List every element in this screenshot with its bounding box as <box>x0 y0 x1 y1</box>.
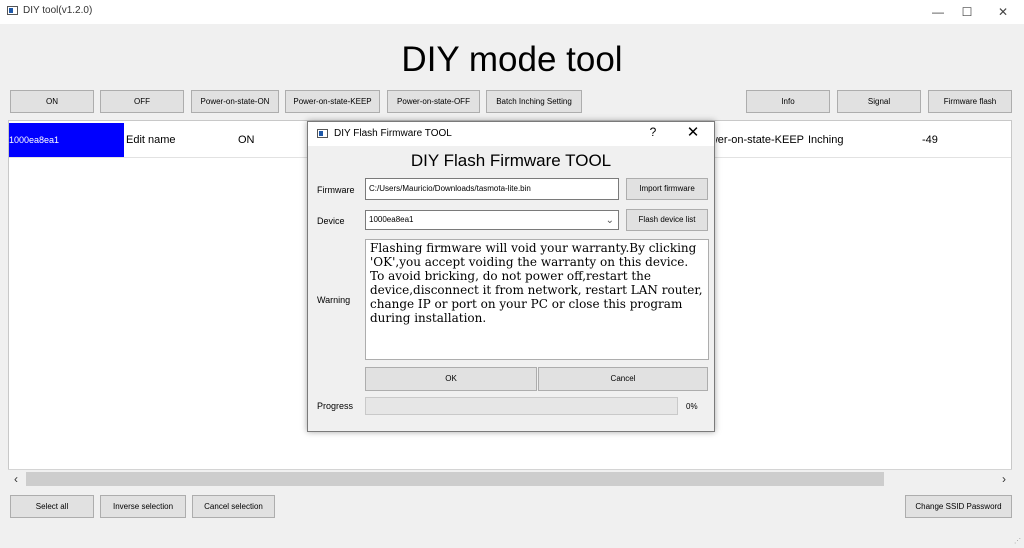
warning-text-box[interactable]: Flashing firmware will void your warrant… <box>365 239 709 360</box>
signal-button[interactable]: Signal <box>837 90 921 113</box>
batch-inching-setting-button[interactable]: Batch Inching Setting <box>486 90 582 113</box>
close-button[interactable]: ✕ <box>986 0 1020 24</box>
ok-button[interactable]: OK <box>365 367 537 391</box>
device-id-cell[interactable]: 1000ea8ea1 <box>9 123 124 157</box>
app-icon <box>7 6 18 15</box>
device-select-value: 1000ea8ea1 <box>369 215 414 224</box>
dialog-title: DIY Flash Firmware TOOL <box>334 128 452 139</box>
power-on-state-text: Power-on-state-KEEP <box>716 134 804 146</box>
import-firmware-button[interactable]: Import firmware <box>626 178 708 200</box>
info-button[interactable]: Info <box>746 90 830 113</box>
inverse-selection-button[interactable]: Inverse selection <box>100 495 186 518</box>
dialog-app-icon <box>317 129 328 138</box>
horizontal-scrollbar[interactable]: ‹ › <box>8 469 1012 488</box>
title-bar: DIY tool(v1.2.0) — ☐ ✕ <box>0 0 1024 24</box>
warning-label: Warning <box>317 295 351 305</box>
progress-bar <box>365 397 678 415</box>
cancel-selection-button[interactable]: Cancel selection <box>192 495 275 518</box>
scrollbar-thumb[interactable] <box>26 472 884 486</box>
firmware-flash-button[interactable]: Firmware flash <box>928 90 1012 113</box>
power-on-state-off-button[interactable]: Power-on-state-OFF <box>387 90 480 113</box>
progress-percent: 0% <box>686 402 698 411</box>
window-title: DIY tool(v1.2.0) <box>23 5 93 16</box>
progress-label: Progress <box>317 401 354 411</box>
resize-grip-icon[interactable]: ⋰ <box>1014 538 1021 545</box>
select-all-button[interactable]: Select all <box>10 495 94 518</box>
dialog-heading: DIY Flash Firmware TOOL <box>410 151 612 170</box>
power-on-state-keep-button[interactable]: Power-on-state-KEEP <box>285 90 380 113</box>
on-button[interactable]: ON <box>10 90 94 113</box>
cancel-button[interactable]: Cancel <box>538 367 708 391</box>
dialog-title-bar: DIY Flash Firmware TOOL ? ✕ <box>308 122 714 146</box>
state-cell[interactable]: ON <box>238 123 308 157</box>
dialog-close-button[interactable]: ✕ <box>682 123 704 141</box>
flash-firmware-dialog: DIY Flash Firmware TOOL ? ✕ DIY Flash Fi… <box>307 121 715 432</box>
change-ssid-password-button[interactable]: Change SSID Password <box>905 495 1012 518</box>
page-title: DIY mode tool <box>401 40 623 79</box>
power-on-state-on-button[interactable]: Power-on-state-ON <box>191 90 279 113</box>
firmware-label: Firmware <box>317 185 355 195</box>
maximize-button[interactable]: ☐ <box>950 0 984 24</box>
device-name-cell[interactable]: Edit name <box>126 123 236 157</box>
firmware-path-field[interactable]: C:/Users/Mauricio/Downloads/tasmota-lite… <box>365 178 619 200</box>
flash-device-list-button[interactable]: Flash device list <box>626 209 708 231</box>
scroll-left-icon[interactable]: ‹ <box>8 470 24 488</box>
chevron-down-icon: ⌄ <box>605 215 614 226</box>
off-button[interactable]: OFF <box>100 90 184 113</box>
signal-cell[interactable]: -49 <box>922 123 1002 157</box>
device-select[interactable]: 1000ea8ea1 ⌄ <box>365 210 619 230</box>
power-on-state-cell[interactable]: Power-on-state-KEEP <box>716 123 804 157</box>
help-button[interactable]: ? <box>643 125 663 139</box>
device-label: Device <box>317 216 345 226</box>
scroll-right-icon[interactable]: › <box>996 470 1012 488</box>
mode-cell[interactable]: Inching <box>808 123 908 157</box>
